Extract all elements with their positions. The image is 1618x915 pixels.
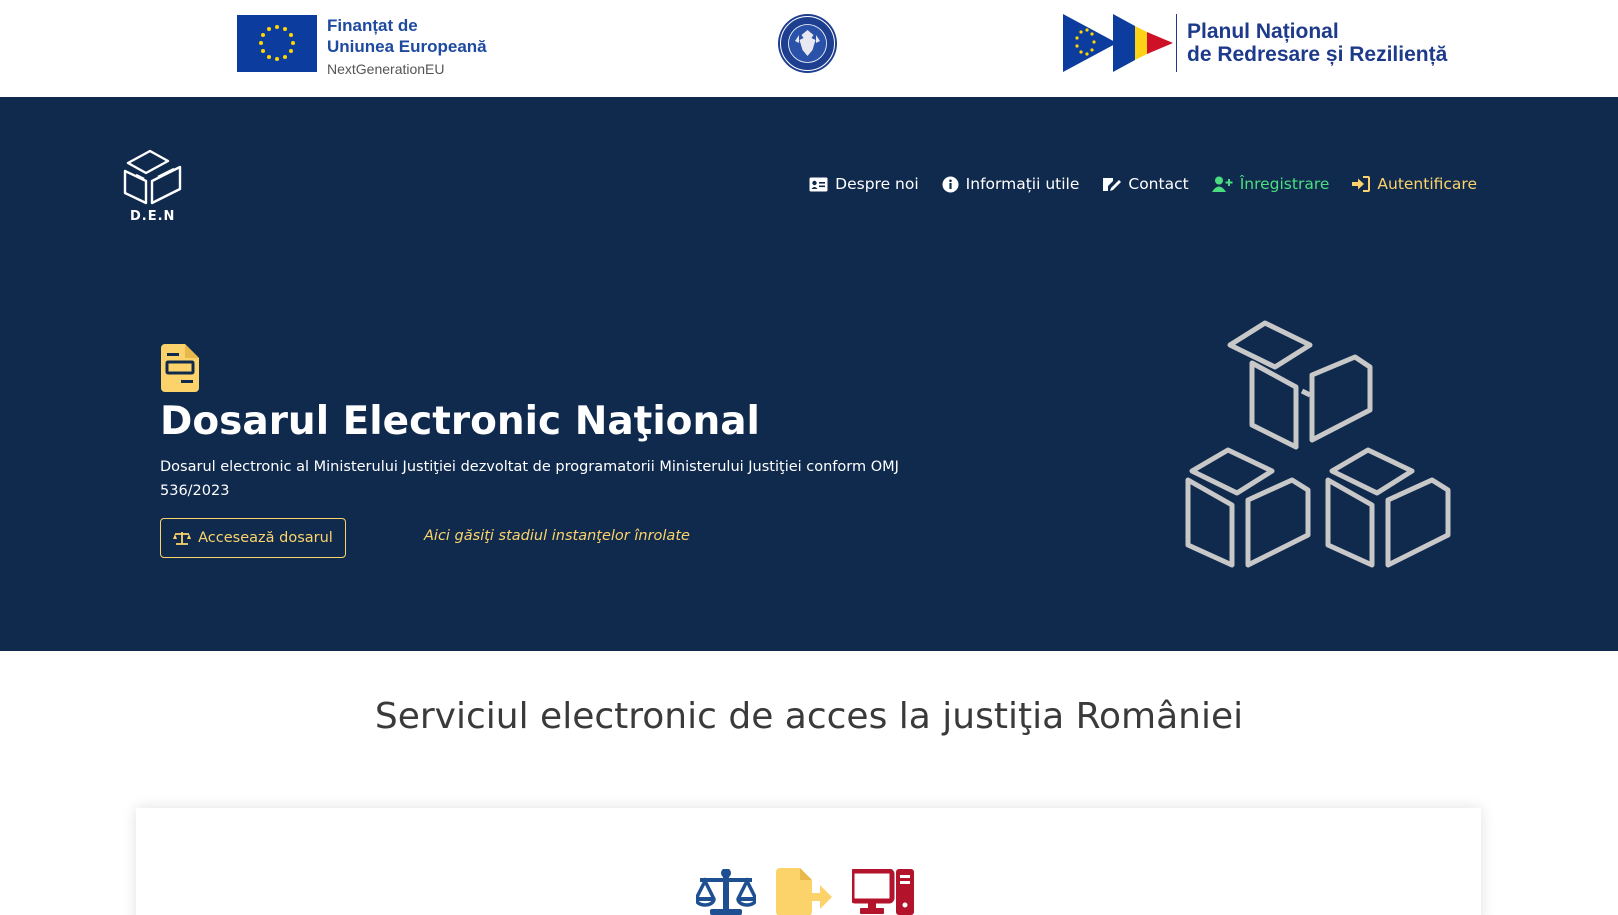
stacked-boxes-illustration	[1180, 315, 1455, 580]
eu-funding-line2: Uniunea Europeană	[327, 37, 487, 56]
services-icons	[696, 868, 914, 915]
nav-login[interactable]: Autentificare	[1352, 175, 1477, 193]
eu-funding-line1: Finanțat de	[327, 16, 418, 35]
pnrr-line2: de Redresare și Reziliență	[1187, 43, 1448, 66]
eu-flag-icon	[237, 15, 317, 72]
nav-login-label: Autentificare	[1377, 175, 1477, 193]
court-status-link[interactable]: Aici găsiţi stadiul instanţelor înrolate	[424, 528, 690, 544]
user-plus-icon	[1211, 176, 1233, 192]
edit-icon	[1103, 177, 1122, 191]
nav-contact[interactable]: Contact	[1102, 175, 1189, 193]
hero-section: D.E.N Despre noi Informații utile Contac…	[0, 97, 1618, 651]
info-icon	[942, 176, 959, 192]
nav-contact-label: Contact	[1128, 175, 1189, 193]
pnrr-line1: Planul Național	[1187, 20, 1339, 43]
access-dossier-button[interactable]: Accesează dosarul	[160, 518, 346, 558]
funding-bar: Finanțat de Uniunea Europeană NextGenera…	[0, 0, 1618, 97]
id-card-icon	[809, 177, 828, 191]
hero-title: Dosarul Electronic Naţional	[160, 399, 760, 444]
nav-about-label: Despre noi	[835, 175, 919, 193]
main-nav: Despre noi Informații utile Contact Înre…	[809, 175, 1477, 193]
nav-register[interactable]: Înregistrare	[1211, 175, 1330, 193]
balance-scale-icon	[173, 531, 192, 545]
file-icon	[161, 344, 199, 392]
eu-funding-line3: NextGenerationEU	[327, 61, 445, 77]
eu-funding-logo: Finanțat de Uniunea Europeană NextGenera…	[237, 15, 487, 81]
section-title: Serviciul electronic de acces la justiţi…	[374, 696, 1244, 737]
computer-icon	[852, 869, 914, 915]
nav-info-label: Informații utile	[965, 175, 1080, 193]
nav-register-label: Înregistrare	[1239, 175, 1330, 193]
brand-text: D.E.N	[130, 209, 176, 224]
file-export-icon	[776, 868, 832, 915]
romanian-government-seal-icon	[777, 13, 838, 74]
sign-in-icon	[1352, 176, 1371, 192]
pnrr-flag-icon	[1063, 14, 1177, 72]
nav-about[interactable]: Despre noi	[809, 175, 919, 193]
nav-info[interactable]: Informații utile	[942, 175, 1080, 193]
hero-subtitle: Dosarul electronic al Ministerului Justi…	[160, 459, 899, 499]
pnrr-logo: Planul Național de Redresare și Rezilien…	[1063, 14, 1447, 72]
access-dossier-label: Accesează dosarul	[198, 530, 333, 546]
balance-scale-icon	[696, 869, 756, 915]
